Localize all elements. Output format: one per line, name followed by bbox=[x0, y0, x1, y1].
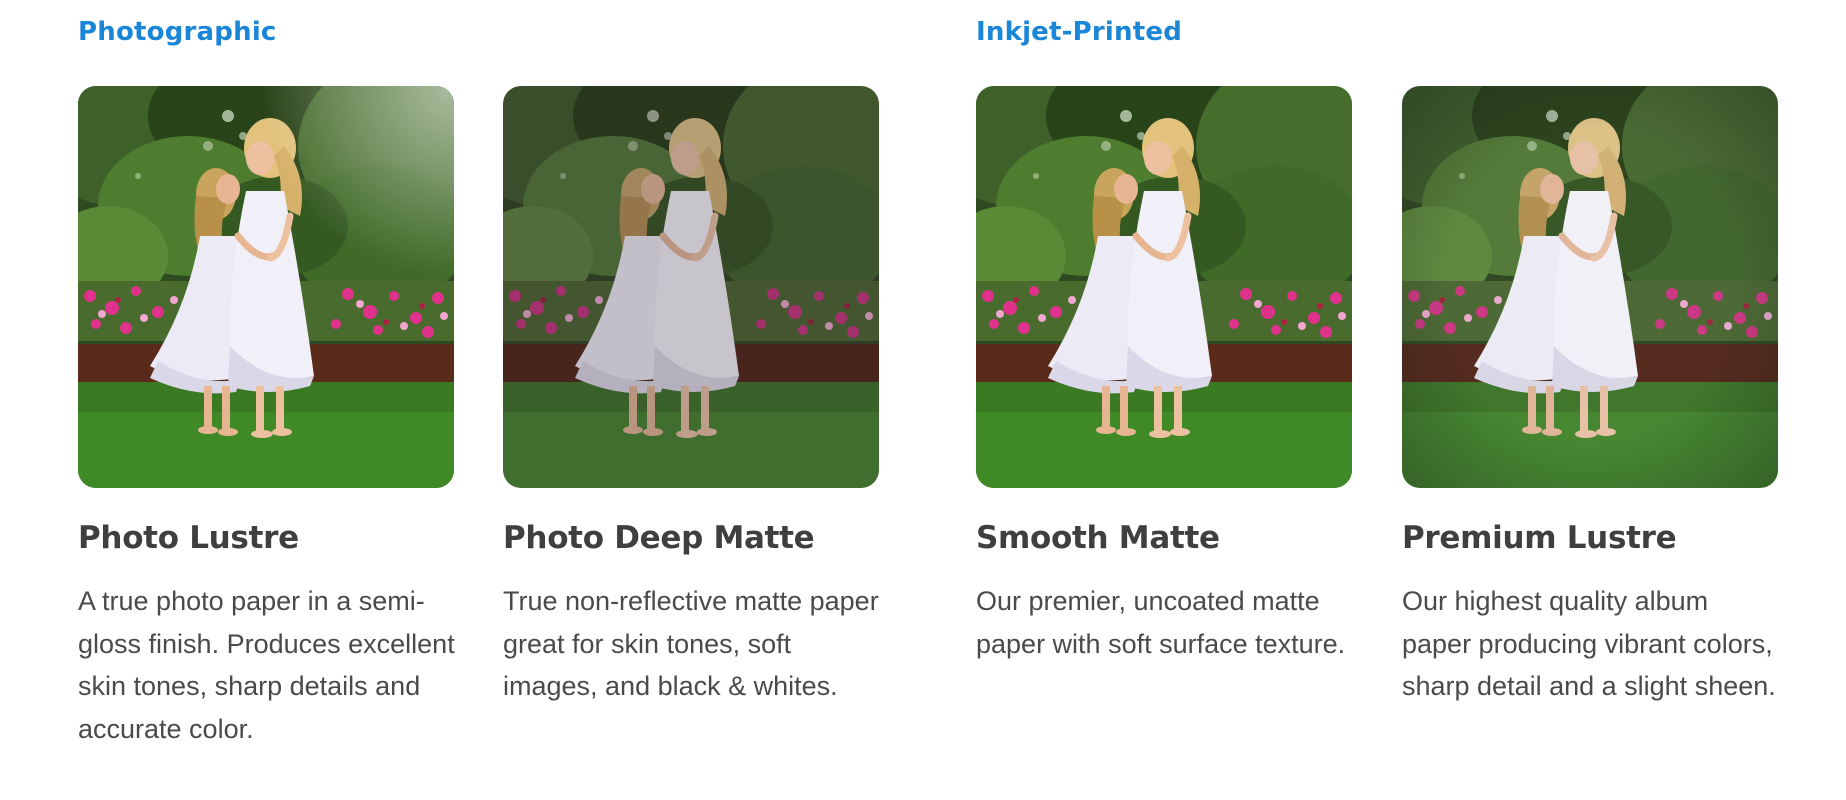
paper-sample-image bbox=[78, 86, 454, 488]
group-title-photographic: Photographic bbox=[78, 17, 277, 47]
paper-sample-image bbox=[976, 86, 1352, 488]
paper-card-photo-lustre: Photo Lustre A true photo paper in a sem… bbox=[78, 86, 455, 750]
paper-sample-image bbox=[503, 86, 879, 488]
paper-card-photo-deep-matte: Photo Deep Matte True non-reflective mat… bbox=[503, 86, 879, 708]
paper-card-premium-lustre: Premium Lustre Our highest quality album… bbox=[1402, 86, 1778, 708]
paper-card-smooth-matte: Smooth Matte Our premier, uncoated matte… bbox=[976, 86, 1352, 665]
paper-title: Premium Lustre bbox=[1402, 520, 1677, 556]
paper-sample-image bbox=[1402, 86, 1778, 488]
paper-description: Our premier, uncoated matte paper with s… bbox=[976, 586, 1346, 659]
group-title-inkjet-printed: Inkjet-Printed bbox=[976, 17, 1183, 47]
paper-description: True non-reflective matte paper great fo… bbox=[503, 586, 879, 701]
paper-title: Smooth Matte bbox=[976, 520, 1220, 556]
paper-title: Photo Lustre bbox=[78, 520, 299, 556]
paper-description: Our highest quality album paper producin… bbox=[1402, 586, 1776, 701]
paper-title: Photo Deep Matte bbox=[503, 520, 815, 556]
paper-description: A true photo paper in a semi-gloss finis… bbox=[78, 586, 455, 744]
